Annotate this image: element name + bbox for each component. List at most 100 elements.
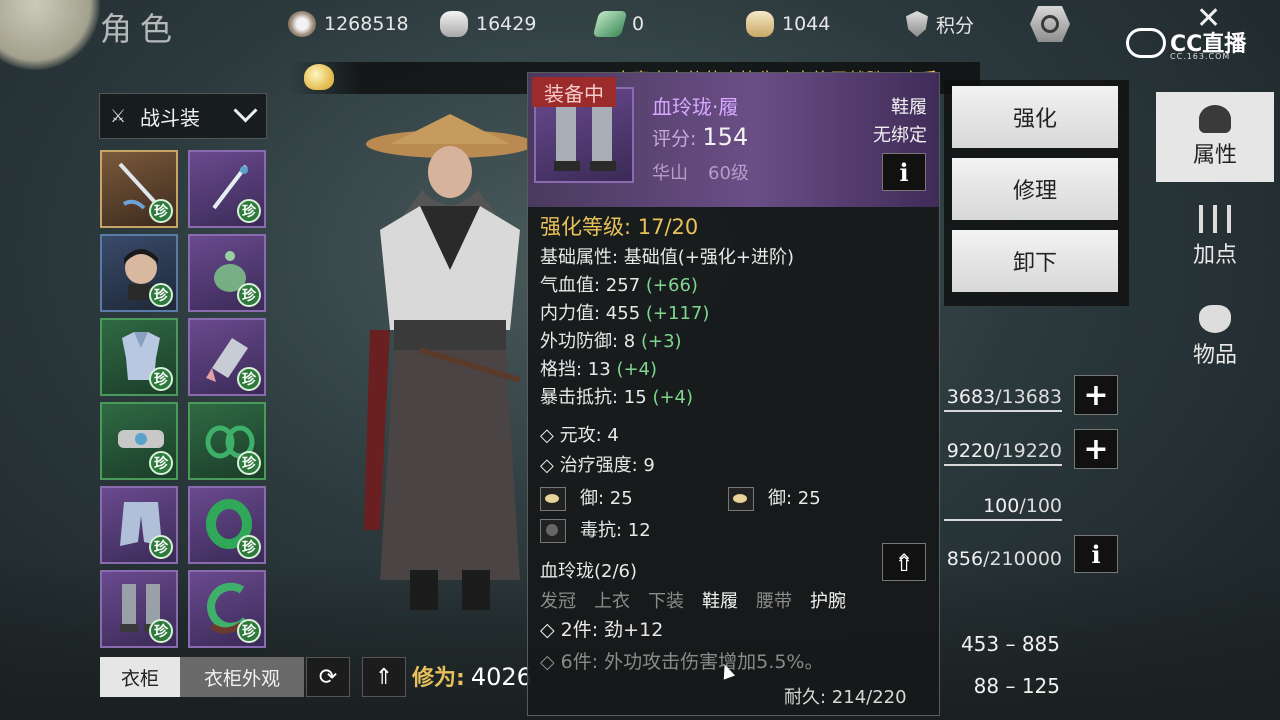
- equipped-badge: 装备中: [532, 77, 616, 107]
- set-parts: 发冠 上衣 下装 鞋履 腰带 护腕: [540, 587, 864, 613]
- equip-slot-accessory[interactable]: 珍: [188, 570, 266, 648]
- stat-current: 100: [983, 495, 1020, 517]
- equip-slot-gloves[interactable]: 珍: [188, 318, 266, 396]
- attr-text: 暴击抵抗: 15: [540, 387, 647, 408]
- set-bonus-inactive: ◇ 6件: 外功攻击伤害增加5.5%。: [540, 647, 823, 674]
- info-icon[interactable]: i: [1074, 535, 1118, 573]
- equip-slot-legs[interactable]: 珍: [100, 486, 178, 564]
- gem-row: 御: 25: [728, 484, 821, 511]
- equip-slot-head[interactable]: 珍: [100, 234, 178, 312]
- enhance-button[interactable]: 强化: [952, 86, 1118, 148]
- diamond-bullet-icon: ◇: [540, 619, 561, 641]
- equip-slot-boots[interactable]: 珍: [100, 570, 178, 648]
- attr-row: 气血值: 257 (+66): [540, 271, 698, 297]
- set-part: 下装: [648, 591, 684, 612]
- currency-ingot: 1044: [746, 10, 830, 38]
- tab-add-points[interactable]: 加点: [1156, 192, 1274, 282]
- page-title: 角色: [100, 10, 181, 48]
- equip-slot-weapon[interactable]: 珍: [100, 150, 178, 228]
- share-icon[interactable]: ⇮: [882, 543, 926, 581]
- mp-stat: 9220/19220: [944, 440, 1062, 466]
- set-part: 腰带: [756, 591, 792, 612]
- upgrade-arrow-icon[interactable]: ⇑: [362, 657, 406, 697]
- score-value: 154: [702, 123, 749, 151]
- attack-range-2: 88 – 125: [973, 674, 1060, 698]
- item-name: 血玲珑·履: [652, 95, 739, 119]
- equip-slot-necklace[interactable]: 珍: [188, 234, 266, 312]
- currency-value: 16429: [476, 13, 537, 35]
- equip-slot-belt[interactable]: 珍: [100, 402, 178, 480]
- extra-attr-text: 治疗强度: 9: [559, 455, 655, 476]
- ingot-icon: [304, 64, 334, 90]
- sword-icon: ⚔: [110, 106, 127, 127]
- chevron-down-icon: [233, 98, 258, 123]
- character-model[interactable]: [350, 110, 550, 630]
- gem-gold-icon: [728, 487, 754, 511]
- unequip-button[interactable]: 卸下: [952, 230, 1118, 292]
- tab-attributes[interactable]: 属性: [1156, 92, 1274, 182]
- stat-max: /13683: [995, 386, 1062, 408]
- info-icon[interactable]: i: [882, 153, 926, 191]
- rare-badge: 珍: [237, 199, 261, 223]
- attr-bonus: (+117): [645, 303, 710, 324]
- add-mp-button[interactable]: +: [1074, 429, 1118, 469]
- coin-icon: [288, 11, 316, 37]
- cc-watermark-logo: CC直播 CC.163.COM: [1126, 26, 1256, 64]
- set-bonus-text: 2件: 劲+12: [560, 619, 664, 641]
- points-label: 积分: [936, 14, 975, 37]
- rare-badge: 珍: [237, 619, 261, 643]
- action-panel: 强化 修理 卸下: [944, 80, 1129, 306]
- stat-max: /19220: [995, 440, 1062, 462]
- bind-status: 无绑定: [873, 125, 927, 146]
- level-requirement: 60级: [708, 163, 749, 184]
- tooltip-header: 装备中 血玲珑·履 鞋履 评分: 154 无绑定 华山 60级 i: [528, 73, 939, 207]
- attr-bonus: (+4): [652, 387, 694, 408]
- sect-name: 华山: [652, 163, 688, 184]
- outfit-selected: 战斗装: [140, 105, 200, 130]
- attr-text: 外功防御: 8: [540, 331, 636, 352]
- outfit-dropdown[interactable]: ⚔ 战斗装: [99, 93, 267, 139]
- set-part: 发冠: [540, 591, 576, 612]
- gem-gold-icon: [540, 487, 566, 511]
- diamond-bullet-icon: ◇: [540, 425, 560, 446]
- stat-current: 3683: [946, 386, 996, 408]
- set-bonus-text: 6件: 外功攻击伤害增加5.5%。: [560, 651, 824, 673]
- add-hp-button[interactable]: +: [1074, 375, 1118, 415]
- refresh-icon[interactable]: ⟳: [306, 657, 350, 697]
- top-bar: 角色 1268518 16429 0 1044 积分 ✕ CC直播 CC.163…: [0, 0, 1280, 62]
- attr-row: 格挡: 13 (+4): [540, 355, 657, 381]
- score-label: 评分:: [652, 128, 697, 150]
- tab-wardrobe-appearance[interactable]: 衣柜外观: [180, 657, 304, 697]
- equip-slot-bracelet[interactable]: 珍: [188, 486, 266, 564]
- stat-current: 856: [946, 548, 984, 570]
- equip-slot-chest[interactable]: 珍: [100, 318, 178, 396]
- settings-button[interactable]: [1030, 6, 1070, 42]
- repair-button[interactable]: 修理: [952, 158, 1118, 220]
- equip-slot-offhand[interactable]: 珍: [188, 150, 266, 228]
- sliders-icon: [1199, 205, 1231, 233]
- rare-badge: 珍: [237, 451, 261, 475]
- gem-text: 毒抗: 12: [580, 520, 651, 541]
- extra-attr-row: ◇ 治疗强度: 9: [540, 451, 655, 477]
- gem-row: 御: 25: [540, 484, 633, 511]
- set-bonus-active: ◇ 2件: 劲+12: [540, 615, 663, 642]
- equip-slot-ring[interactable]: 珍: [188, 402, 266, 480]
- attr-row: 外功防御: 8 (+3): [540, 327, 682, 353]
- shield-icon: [906, 11, 928, 37]
- item-tooltip: 装备中 血玲珑·履 鞋履 评分: 154 无绑定 华山 60级 i 强化等级: 17…: [527, 72, 940, 716]
- rare-badge: 珍: [149, 451, 173, 475]
- set-part-owned: 护腕: [810, 591, 846, 612]
- rare-badge: 珍: [237, 367, 261, 391]
- points-button[interactable]: 积分: [906, 10, 974, 38]
- attr-bonus: (+66): [645, 275, 698, 296]
- tab-items[interactable]: 物品: [1156, 292, 1274, 382]
- rare-badge: 珍: [149, 283, 173, 307]
- cultivation-value: 4026: [470, 663, 532, 691]
- currency-value: 1044: [782, 13, 831, 35]
- silver-icon: [440, 11, 468, 37]
- tab-wardrobe[interactable]: 衣柜: [100, 657, 180, 697]
- cloud-icon: [1126, 28, 1166, 58]
- set-part: 上衣: [594, 591, 630, 612]
- cultivation-label: 修为:: [412, 666, 465, 691]
- rare-badge: 珍: [149, 199, 173, 223]
